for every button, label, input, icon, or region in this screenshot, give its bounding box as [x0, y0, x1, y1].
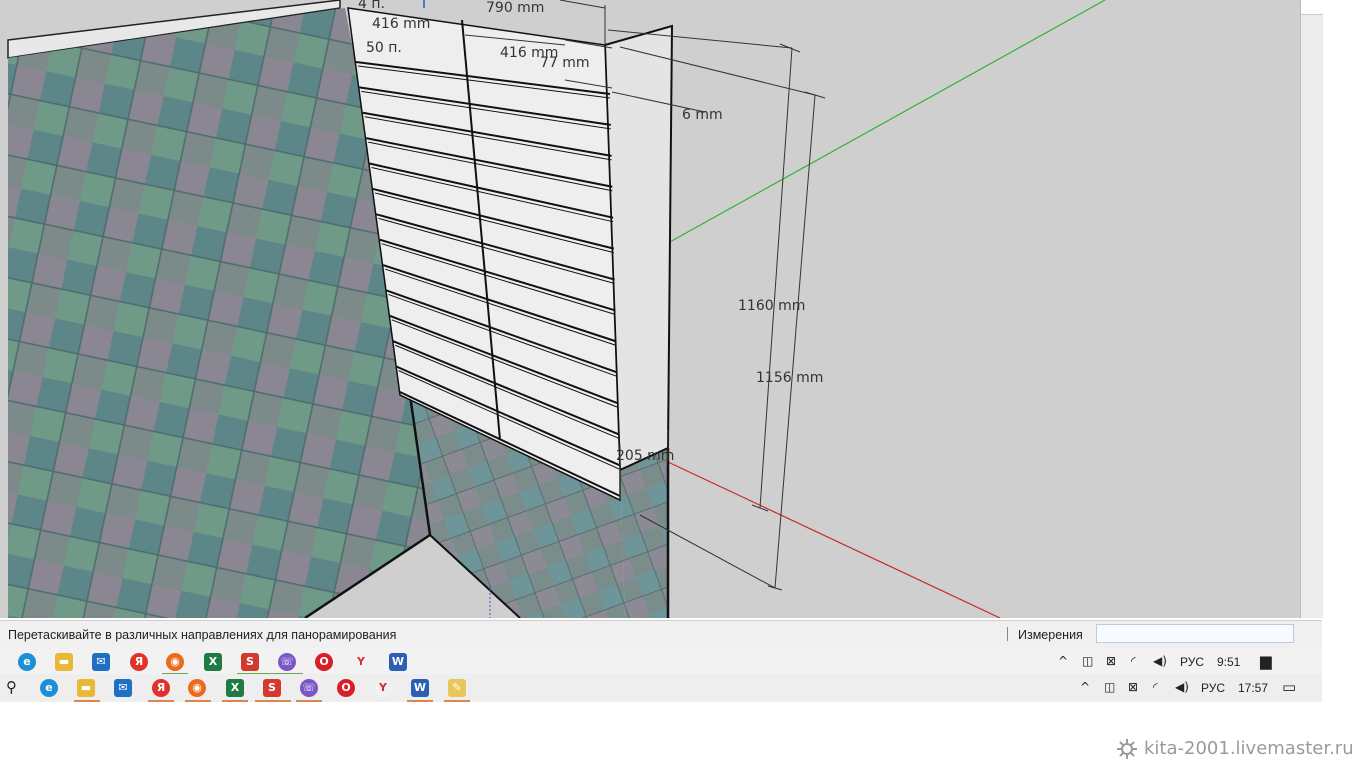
- notifications-icon[interactable]: ▭: [1282, 678, 1296, 696]
- meet-icon[interactable]: ◫: [1104, 680, 1115, 694]
- opera-icon[interactable]: O: [315, 653, 333, 671]
- file-explorer-icon[interactable]: ▬: [55, 653, 73, 671]
- edge-icon[interactable]: e: [40, 679, 58, 697]
- green-axis: [667, 0, 1106, 244]
- tray-language[interactable]: РУС: [1201, 681, 1225, 695]
- viber-icon[interactable]: ☏: [300, 679, 318, 697]
- wifi-icon[interactable]: ◜: [1131, 654, 1136, 668]
- dim-50-sections: 50 п.: [366, 40, 402, 56]
- status-separator: [1007, 627, 1008, 641]
- paint-icon[interactable]: ✎: [448, 679, 466, 697]
- status-hint: Перетаскивайте в различных направлениях …: [8, 628, 397, 642]
- dim-790: 790 mm: [486, 0, 544, 16]
- notifications-icon[interactable]: ▆: [1260, 652, 1272, 670]
- side-wall-lower: [620, 448, 668, 618]
- volume-icon[interactable]: ◀): [1175, 680, 1189, 694]
- dim-416-left: 416 mm: [372, 16, 430, 32]
- dim-1160: 1160 mm: [738, 298, 805, 314]
- word-icon[interactable]: W: [389, 653, 407, 671]
- taskbar-inner: e ▬ ✉ Я ◉ X S ☏ O Y W ^ ◫ ⊠ ◜ ◀) РУС 9:5…: [0, 648, 1322, 675]
- yandex-icon[interactable]: Я: [130, 653, 148, 671]
- edge-icon[interactable]: e: [18, 653, 36, 671]
- network-icon[interactable]: ⊠: [1106, 654, 1116, 668]
- mail-icon[interactable]: ✉: [114, 679, 132, 697]
- meet-icon[interactable]: ◫: [1082, 654, 1093, 668]
- red-axis: [667, 461, 1001, 618]
- tray-time[interactable]: 9:51: [1217, 655, 1240, 669]
- gear-watermark-icon: [1117, 739, 1137, 759]
- firefox-icon[interactable]: ◉: [166, 653, 184, 671]
- viber-icon[interactable]: ☏: [278, 653, 296, 671]
- opera-icon[interactable]: O: [337, 679, 355, 697]
- network-icon[interactable]: ⊠: [1128, 680, 1138, 694]
- dim-4-sections: 4 п.: [358, 0, 385, 12]
- sketchup-icon[interactable]: S: [263, 679, 281, 697]
- firefox-icon[interactable]: ◉: [188, 679, 206, 697]
- excel-icon[interactable]: X: [226, 679, 244, 697]
- mail-icon[interactable]: ✉: [92, 653, 110, 671]
- tray-language[interactable]: РУС: [1180, 655, 1204, 669]
- file-explorer-icon[interactable]: ▬: [77, 679, 95, 697]
- yandex-browser-icon[interactable]: Y: [352, 653, 370, 671]
- sketchup-icon[interactable]: S: [241, 653, 259, 671]
- dim-6: 6 mm: [682, 107, 723, 123]
- status-bar: Перетаскивайте в различных направлениях …: [0, 620, 1322, 648]
- dim-1156: 1156 mm: [756, 370, 823, 386]
- chevron-up-icon[interactable]: ^: [1058, 654, 1068, 668]
- taskbar-outer: ⚲ e ▬ ✉ Я ◉ X S ☏ O Y W ✎ ^ ◫ ⊠ ◜ ◀) РУС…: [0, 674, 1322, 702]
- dim-205: 205 mm: [616, 448, 674, 464]
- tray-time[interactable]: 17:57: [1238, 681, 1268, 695]
- word-icon[interactable]: W: [411, 679, 429, 697]
- excel-icon[interactable]: X: [204, 653, 222, 671]
- measurements-input[interactable]: [1096, 624, 1294, 643]
- measurements-label: Измерения: [1018, 628, 1083, 642]
- chevron-up-icon[interactable]: ^: [1080, 680, 1090, 694]
- search-icon[interactable]: ⚲: [6, 678, 17, 696]
- model-canvas[interactable]: 790 mm 4 п. 416 mm 416 mm 50 п. 77 mm 6 …: [0, 0, 1300, 618]
- volume-icon[interactable]: ◀): [1153, 654, 1167, 668]
- watermark-text: kita-2001.livemaster.ru: [1144, 738, 1354, 759]
- yandex-icon[interactable]: Я: [152, 679, 170, 697]
- right-panel-strip: [1300, 0, 1323, 618]
- dim-77: 77 mm: [540, 55, 590, 71]
- yandex-browser-icon[interactable]: Y: [374, 679, 392, 697]
- wifi-icon[interactable]: ◜: [1153, 680, 1158, 694]
- sketchup-viewport[interactable]: 790 mm 4 п. 416 mm 416 mm 50 п. 77 mm 6 …: [0, 0, 1300, 618]
